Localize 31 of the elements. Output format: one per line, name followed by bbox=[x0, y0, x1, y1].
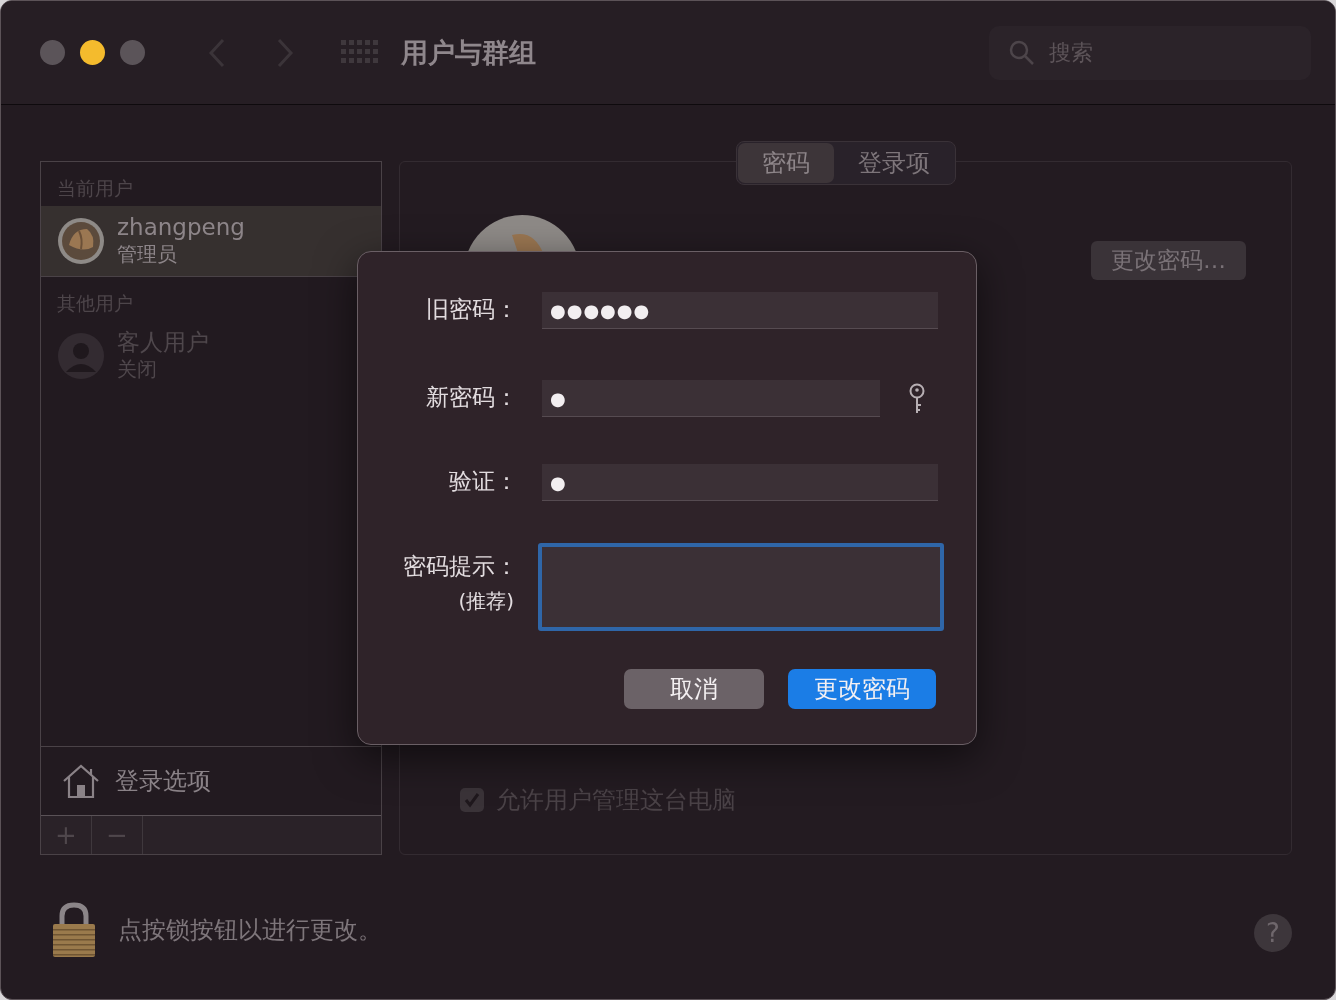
field-note: (推荐) bbox=[458, 588, 514, 615]
hint-field[interactable] bbox=[538, 543, 944, 631]
tab[interactable]: 登录项 bbox=[833, 143, 954, 183]
search-icon bbox=[1009, 39, 1035, 66]
lock-icon[interactable] bbox=[52, 902, 96, 958]
checkbox[interactable] bbox=[460, 788, 484, 812]
user-name: zhangpeng bbox=[117, 214, 245, 241]
zoom-button[interactable] bbox=[120, 40, 145, 65]
field-label: 旧密码： bbox=[426, 295, 518, 324]
confirm-button[interactable]: 更改密码 bbox=[788, 669, 936, 709]
house-icon bbox=[61, 763, 101, 799]
cancel-button[interactable]: 取消 bbox=[624, 669, 764, 709]
field-label: 密码提示： bbox=[403, 552, 518, 581]
help-button[interactable]: ? bbox=[1254, 914, 1292, 952]
checkmark-icon bbox=[463, 791, 481, 809]
user-avatar bbox=[57, 217, 105, 265]
close-button[interactable] bbox=[40, 40, 65, 65]
password-field[interactable]: ● bbox=[542, 464, 938, 501]
tab[interactable]: 密码 bbox=[737, 143, 834, 183]
password-field[interactable]: ● bbox=[542, 380, 880, 417]
user-role: 管理员 bbox=[117, 240, 178, 268]
field-label: 新密码： bbox=[426, 383, 518, 412]
window-title: 用户与群组 bbox=[401, 35, 536, 70]
key-icon[interactable] bbox=[908, 382, 926, 415]
change-password-button[interactable]: 更改密码… bbox=[1091, 241, 1246, 280]
minimize-button[interactable] bbox=[80, 40, 105, 65]
password-field[interactable]: ●●●●●● bbox=[542, 292, 938, 329]
user-list-item[interactable]: zhangpeng 管理员 bbox=[41, 206, 381, 277]
field-label: 验证： bbox=[449, 467, 518, 496]
grid-icon[interactable] bbox=[341, 39, 379, 66]
lock-message: 点按锁按钮以进行更改。 bbox=[118, 915, 382, 946]
